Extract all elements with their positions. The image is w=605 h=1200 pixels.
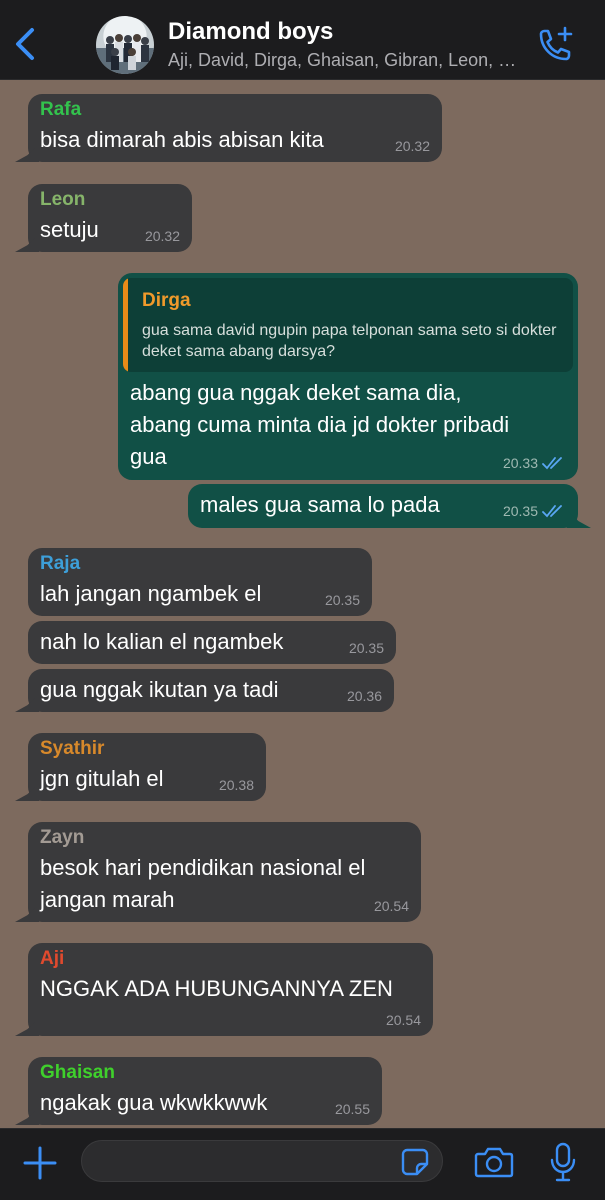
message-time: 20.35 (324, 592, 360, 608)
sender-name: Syathir (40, 738, 105, 759)
message-line: jangan marah (40, 887, 175, 912)
group-members[interactable]: Aji, David, Dirga, Ghaisan, Gibran, Leon… (168, 50, 528, 71)
voice-message-button[interactable] (548, 1141, 578, 1183)
message-bubble[interactable]: Aji NGGAK ADA HUBUNGANNYA ZEN 20.54 (28, 943, 433, 1036)
message-time: 20.35 (502, 503, 538, 519)
sender-name: Aji (40, 948, 65, 969)
message-text: bisa dimarah abis abisan kita (40, 127, 324, 152)
message-text: NGGAK ADA HUBUNGANNYA ZEN (40, 976, 393, 1001)
chat-header: Diamond boys Aji, David, Dirga, Ghaisan,… (0, 0, 605, 80)
message-time: 20.36 (346, 688, 382, 704)
message-time: 20.32 (144, 228, 180, 244)
quote-text: gua sama david ngupin papa telponan sama… (142, 322, 557, 360)
sender-name: Ghaisan (40, 1062, 115, 1083)
attach-button[interactable] (22, 1145, 58, 1181)
quote-sender: Dirga (142, 290, 191, 311)
group-name[interactable]: Diamond boys (168, 18, 333, 46)
message-text: nah lo kalian el ngambek (40, 629, 284, 654)
message-input[interactable] (81, 1140, 443, 1182)
double-check-icon (542, 457, 562, 470)
message-line: gua (130, 444, 167, 469)
chevron-left-icon (16, 28, 34, 60)
message-time: 20.35 (348, 640, 384, 656)
composer-bar (0, 1128, 605, 1200)
message-bubble-outgoing[interactable]: males gua sama lo pada 20.35 (188, 484, 578, 528)
sender-name: Zayn (40, 827, 85, 848)
sender-name: Leon (40, 189, 86, 210)
message-time: 20.54 (385, 1012, 421, 1028)
message-text: lah jangan ngambek el (40, 581, 262, 606)
message-bubble[interactable]: Zayn besok hari pendidikan nasional el j… (28, 822, 421, 922)
camera-button[interactable] (474, 1145, 514, 1179)
message-bubble[interactable]: Rafa bisa dimarah abis abisan kita 20.32 (28, 94, 442, 162)
back-button[interactable] (10, 24, 42, 64)
sticker-icon (401, 1148, 429, 1176)
message-bubble[interactable]: Leon setuju 20.32 (28, 184, 192, 252)
double-check-icon (542, 505, 562, 518)
quoted-message[interactable]: Dirga gua sama david ngupin papa telpona… (123, 278, 573, 372)
sticker-button[interactable] (400, 1147, 430, 1177)
message-time: 20.33 (502, 455, 538, 471)
sender-name: Raja (40, 553, 81, 574)
camera-icon (474, 1147, 514, 1178)
message-bubble[interactable]: Raja lah jangan ngambek el 20.35 (28, 548, 372, 616)
message-line: abang cuma minta dia jd dokter pribadi (130, 412, 510, 437)
message-bubble[interactable]: Syathir jgn gitulah el 20.38 (28, 733, 266, 801)
message-line: besok hari pendidikan nasional el (40, 855, 366, 880)
message-text: males gua sama lo pada (200, 492, 440, 517)
sender-name: Rafa (40, 99, 82, 120)
message-text: gua nggak ikutan ya tadi (40, 677, 279, 702)
message-text: ngakak gua wkwkkwwk (40, 1090, 268, 1115)
message-time: 20.54 (373, 898, 409, 914)
quote-accent-bar (123, 278, 128, 372)
message-text: jgn gitulah el (40, 766, 164, 791)
microphone-icon (550, 1142, 576, 1182)
message-text: setuju (40, 217, 99, 242)
message-bubble[interactable]: gua nggak ikutan ya tadi 20.36 (28, 669, 394, 712)
add-call-button[interactable] (532, 24, 576, 68)
group-avatar[interactable] (96, 16, 154, 74)
message-bubble[interactable]: nah lo kalian el ngambek 20.35 (28, 621, 396, 664)
message-bubble[interactable]: Ghaisan ngakak gua wkwkkwwk 20.55 (28, 1057, 382, 1125)
message-time: 20.32 (394, 138, 430, 154)
phone-plus-icon (539, 26, 573, 61)
plus-icon (23, 1146, 57, 1180)
message-time: 20.55 (334, 1101, 370, 1117)
message-bubble-outgoing[interactable]: Dirga gua sama david ngupin papa telpona… (118, 273, 578, 480)
message-line: abang gua nggak deket sama dia, (130, 380, 462, 405)
message-time: 20.38 (218, 777, 254, 793)
